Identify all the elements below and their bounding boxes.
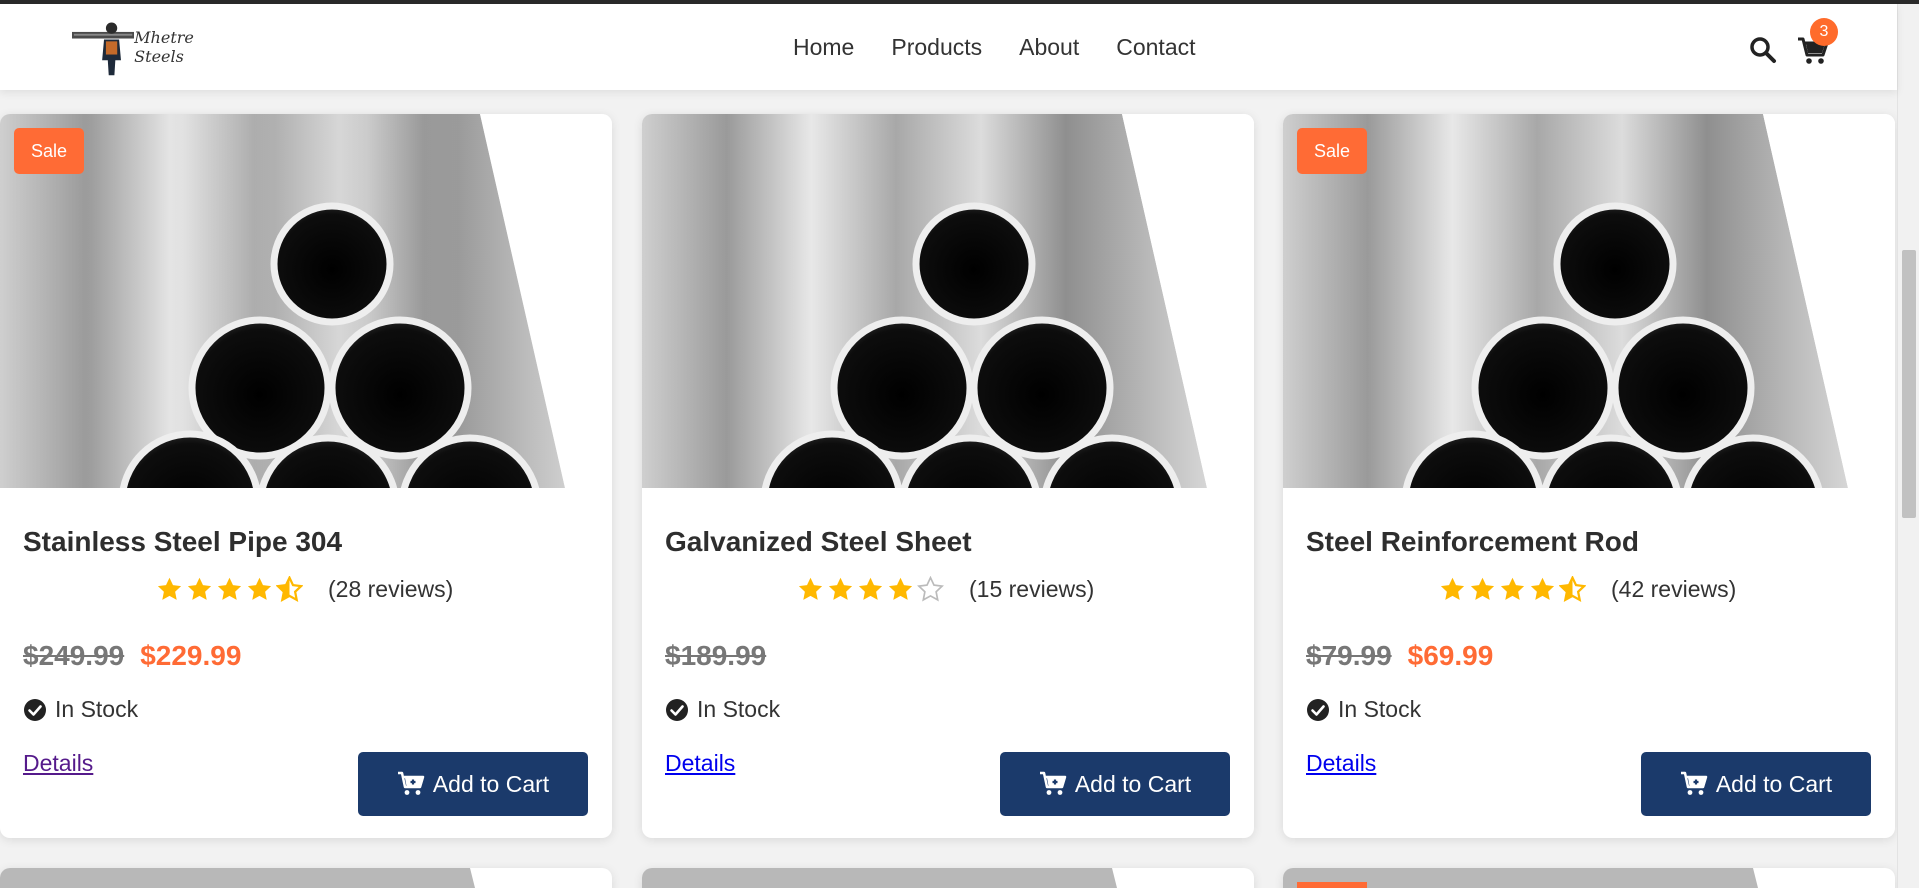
star-icon xyxy=(247,577,272,600)
product-rating: (15 reviews) xyxy=(797,576,1094,603)
steel-pipes-image xyxy=(1283,868,1758,888)
price-group: $249.99 $229.99 xyxy=(23,640,241,672)
site-header: Mhetre Steels Home Products About Contac… xyxy=(0,4,1897,90)
check-circle-icon xyxy=(666,698,688,721)
star-icon xyxy=(1500,577,1525,600)
nav-contact[interactable]: Contact xyxy=(1116,34,1195,61)
star-rating xyxy=(797,576,944,603)
sale-price: $229.99 xyxy=(140,640,242,671)
sale-price: $69.99 xyxy=(1407,640,1494,671)
nav-about[interactable]: About xyxy=(1019,34,1079,61)
product-image xyxy=(642,114,1254,488)
star-icon xyxy=(1440,577,1465,600)
star-icon xyxy=(828,577,853,600)
scrollbar-thumb[interactable] xyxy=(1902,250,1916,518)
add-to-cart-button[interactable]: Add to Cart xyxy=(1641,752,1871,816)
sale-badge: Sale xyxy=(14,128,84,174)
star-icon xyxy=(157,577,182,600)
price-group: $79.99 $69.99 xyxy=(1306,640,1493,672)
add-to-cart-label: Add to Cart xyxy=(1715,770,1833,797)
nav-home[interactable]: Home xyxy=(793,34,854,61)
review-count: (28 reviews) xyxy=(328,576,454,602)
star-half-icon xyxy=(1559,576,1586,602)
logo-figure-icon xyxy=(72,22,135,76)
stock-status: In Stock xyxy=(23,696,138,723)
product-card xyxy=(642,868,1254,888)
stock-label: In Stock xyxy=(55,696,139,722)
product-rating: (42 reviews) xyxy=(1439,576,1736,603)
add-to-cart-button[interactable]: Add to Cart xyxy=(358,752,588,816)
cart-count-badge: 3 xyxy=(1810,18,1838,46)
main-nav: Home Products About Contact xyxy=(793,34,1196,61)
original-price: $189.99 xyxy=(665,640,767,671)
product-card xyxy=(0,868,612,888)
star-icon xyxy=(217,577,242,600)
add-to-cart-label: Add to Cart xyxy=(432,770,550,797)
add-to-cart-button[interactable]: Add to Cart xyxy=(1000,752,1230,816)
steel-pipes-image xyxy=(642,114,1254,488)
cart-plus-icon xyxy=(1039,771,1067,795)
price-group: $189.99 xyxy=(665,640,766,672)
star-icon xyxy=(858,577,883,600)
star-icon xyxy=(187,577,212,600)
product-card xyxy=(1283,868,1895,888)
stock-label: In Stock xyxy=(1338,696,1422,722)
product-image xyxy=(0,114,612,488)
star-icon xyxy=(888,577,913,600)
product-card: Galvanized Steel Sheet (15 reviews) $189… xyxy=(642,114,1254,838)
search-icon[interactable] xyxy=(1749,36,1777,64)
steel-pipes-image xyxy=(642,868,1117,888)
check-circle-icon xyxy=(24,698,46,721)
product-card: Sale Stainless Steel Pipe 304 (28 review… xyxy=(0,114,612,838)
star-empty-icon xyxy=(917,576,944,602)
page-scrollbar[interactable] xyxy=(1897,4,1919,888)
details-link[interactable]: Details xyxy=(23,750,93,777)
star-icon xyxy=(1530,577,1555,600)
stock-status: In Stock xyxy=(665,696,780,723)
product-card: Sale Steel Reinforcement Rod (42 reviews… xyxy=(1283,114,1895,838)
steel-pipes-image xyxy=(0,868,475,888)
sale-badge: Sale xyxy=(1297,128,1367,174)
product-title: Galvanized Steel Sheet xyxy=(665,526,972,557)
nav-products[interactable]: Products xyxy=(891,34,982,61)
check-circle-icon xyxy=(1307,698,1329,721)
star-icon xyxy=(798,577,823,600)
cart-plus-icon xyxy=(397,771,425,795)
details-link[interactable]: Details xyxy=(1306,750,1376,777)
original-price: $79.99 xyxy=(1306,640,1392,671)
details-link[interactable]: Details xyxy=(665,750,735,777)
star-icon xyxy=(1470,577,1495,600)
product-rating: (28 reviews) xyxy=(156,576,453,603)
cart-plus-icon xyxy=(1680,771,1708,795)
stock-status: In Stock xyxy=(1306,696,1421,723)
product-image xyxy=(1283,114,1895,488)
stock-label: In Stock xyxy=(697,696,781,722)
star-rating xyxy=(156,576,303,603)
logo-text: Mhetre Steels xyxy=(134,28,194,66)
product-title: Stainless Steel Pipe 304 xyxy=(23,526,343,557)
review-count: (15 reviews) xyxy=(969,576,1095,602)
steel-pipes-image xyxy=(1283,114,1895,488)
review-count: (42 reviews) xyxy=(1611,576,1737,602)
logo[interactable]: Mhetre Steels xyxy=(72,16,242,78)
steel-pipes-image xyxy=(0,114,612,488)
product-title: Steel Reinforcement Rod xyxy=(1306,526,1639,557)
star-rating xyxy=(1439,576,1586,603)
original-price: $249.99 xyxy=(23,640,125,671)
add-to-cart-label: Add to Cart xyxy=(1074,770,1192,797)
star-half-icon xyxy=(276,576,303,602)
